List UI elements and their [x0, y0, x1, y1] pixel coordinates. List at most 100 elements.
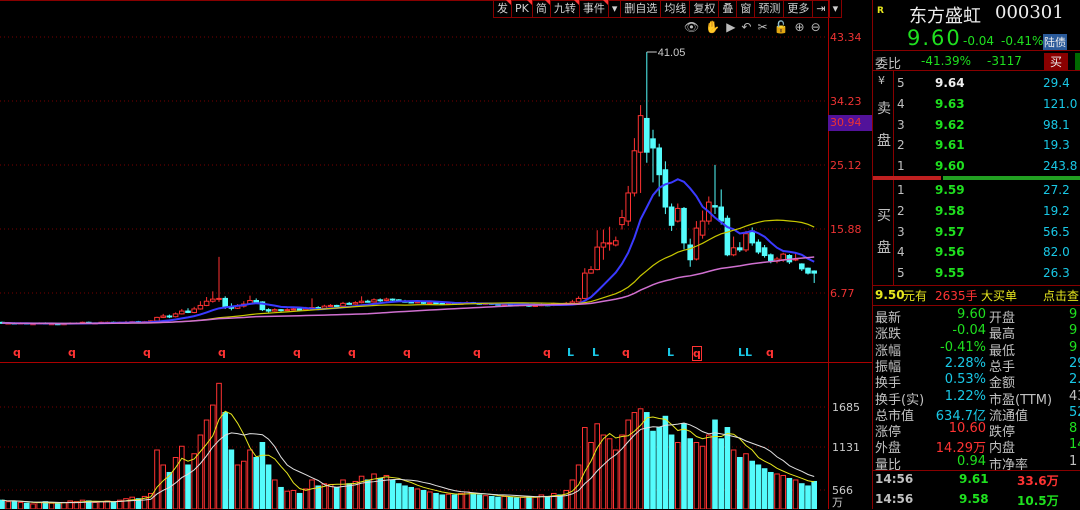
toolbar-button[interactable]: 复权 [690, 0, 720, 17]
undo-icon[interactable]: ↶ [741, 20, 751, 34]
bigorder-price: 9.50 [875, 288, 905, 302]
zoom-in-icon[interactable]: ⊕ [795, 20, 805, 34]
candle-up [575, 297, 582, 303]
bond-tag[interactable]: 陆债 [1043, 34, 1067, 50]
volume-bar [699, 445, 706, 509]
signal-marker[interactable]: q [218, 346, 226, 359]
bid-price[interactable]: 9.58 [935, 204, 965, 218]
price-change-pct: -0.41% [1001, 34, 1044, 48]
candle-up [216, 297, 222, 300]
signal-marker[interactable]: q [293, 346, 301, 359]
toolbar-button[interactable]: ▾ [830, 0, 843, 17]
signal-marker[interactable]: q [622, 346, 630, 359]
toolbar-button[interactable]: 发 [494, 0, 512, 17]
volume-bar [253, 456, 259, 509]
volume-bar [61, 501, 67, 509]
ask-level: 5 [897, 76, 905, 90]
toolbar-button[interactable]: 预测 [755, 0, 785, 17]
stat-value: 527.7 [1069, 404, 1080, 420]
candle-down [656, 147, 663, 176]
signal-marker[interactable]: L [567, 346, 574, 359]
toolbar-button[interactable]: 窗 [737, 0, 756, 17]
volume-bar [650, 430, 656, 509]
volume-bar [48, 502, 55, 509]
ask-price[interactable]: 9.64 [935, 76, 965, 90]
weibi-value: -41.39% [921, 54, 972, 68]
volume-bar [805, 485, 811, 509]
signal-marker[interactable]: q [473, 346, 481, 359]
volume-bar [160, 464, 166, 509]
toolbar-button[interactable]: ▾ [609, 0, 622, 17]
signal-marker[interactable]: q [143, 346, 151, 359]
candle-up [371, 299, 377, 303]
volume-bar [290, 489, 297, 509]
signal-marker[interactable]: q [13, 346, 21, 359]
volume-bar [644, 412, 650, 509]
toolbar-button[interactable]: ⇥ [813, 0, 830, 17]
ask-price[interactable]: 9.61 [935, 138, 965, 152]
price-axis-label: 34.23 [830, 95, 862, 108]
bigorder-link[interactable]: 点击查 [1043, 287, 1079, 304]
bid-level: 3 [897, 224, 905, 239]
volume-bar [544, 495, 551, 509]
price-axis-label: 6.77 [830, 287, 855, 300]
ask-price[interactable]: 9.63 [935, 97, 965, 111]
toolbar-button[interactable]: 叠 [719, 0, 738, 17]
ask-price[interactable]: 9.60 [935, 159, 965, 173]
bid-price[interactable]: 9.59 [935, 183, 965, 197]
volume-bar [792, 479, 799, 509]
hand-icon[interactable]: ✋ [705, 20, 720, 34]
volume-bar [30, 503, 36, 509]
ask-price[interactable]: 9.62 [935, 118, 965, 132]
sell-button[interactable]: 卖 [1075, 53, 1080, 70]
signal-marker[interactable]: q [692, 346, 702, 361]
volume-axis-unit: 万 [832, 496, 843, 509]
sell-ratio-bar [873, 176, 941, 180]
quote-panel: R 东方盛虹 000301 9.60 -0.04 -0.41% 陆债 委比 -4… [872, 0, 1080, 509]
eye-icon[interactable]: 👁 [684, 20, 699, 34]
scissors-icon[interactable]: ✂ [757, 20, 767, 34]
bid-price[interactable]: 9.56 [935, 245, 965, 259]
toolbar-button[interactable]: 均线 [661, 0, 691, 17]
toolbar-button[interactable]: 删自选 [621, 0, 662, 17]
lock-icon[interactable]: 🔓 [774, 20, 789, 34]
toolbar-button[interactable]: 事件 [580, 0, 609, 17]
volume-bar [216, 382, 222, 509]
candle-up [625, 192, 632, 222]
signal-marker[interactable]: L [592, 346, 599, 359]
signal-marker[interactable]: LL [738, 346, 752, 359]
toolbar-button[interactable]: 简 [533, 0, 551, 17]
buy-button[interactable]: 买 [1044, 53, 1069, 70]
candle-down [377, 299, 383, 302]
candle-down [718, 206, 725, 222]
toolbar-button[interactable]: 更多 [784, 0, 814, 17]
kline-chart[interactable]: 41.05 [0, 0, 872, 509]
signal-marker[interactable]: q [543, 346, 551, 359]
signal-marker[interactable]: q [403, 346, 411, 359]
volume-axis-label: 1685 [832, 401, 860, 414]
ma60-line [2, 256, 815, 325]
signal-marker[interactable]: L [667, 346, 674, 359]
volume-bar [464, 491, 470, 509]
volume-bar [718, 438, 725, 509]
signal-marker[interactable]: q [766, 346, 774, 359]
toolbar-button[interactable]: 九转 [551, 0, 580, 17]
play-icon[interactable]: ▶ [726, 20, 735, 34]
candle-down [650, 138, 656, 149]
volume-bar [55, 503, 61, 509]
stat-value: 43 [1069, 388, 1080, 404]
volume-bar [749, 460, 756, 509]
volume-bar [768, 471, 774, 509]
signal-marker[interactable]: q [68, 346, 76, 359]
ask-level: 3 [897, 117, 905, 132]
volume-bar [761, 468, 768, 509]
volume-bar [210, 404, 216, 509]
signal-marker[interactable]: q [348, 346, 356, 359]
stat-value: 9 [1069, 307, 1078, 322]
bid-price[interactable]: 9.57 [935, 225, 965, 239]
volume-bar [675, 442, 681, 509]
toolbar-button[interactable]: PK [512, 0, 533, 17]
volume-bar [222, 412, 228, 509]
zoom-out-icon[interactable]: ⊖ [811, 20, 821, 34]
bid-price[interactable]: 9.55 [935, 266, 965, 280]
